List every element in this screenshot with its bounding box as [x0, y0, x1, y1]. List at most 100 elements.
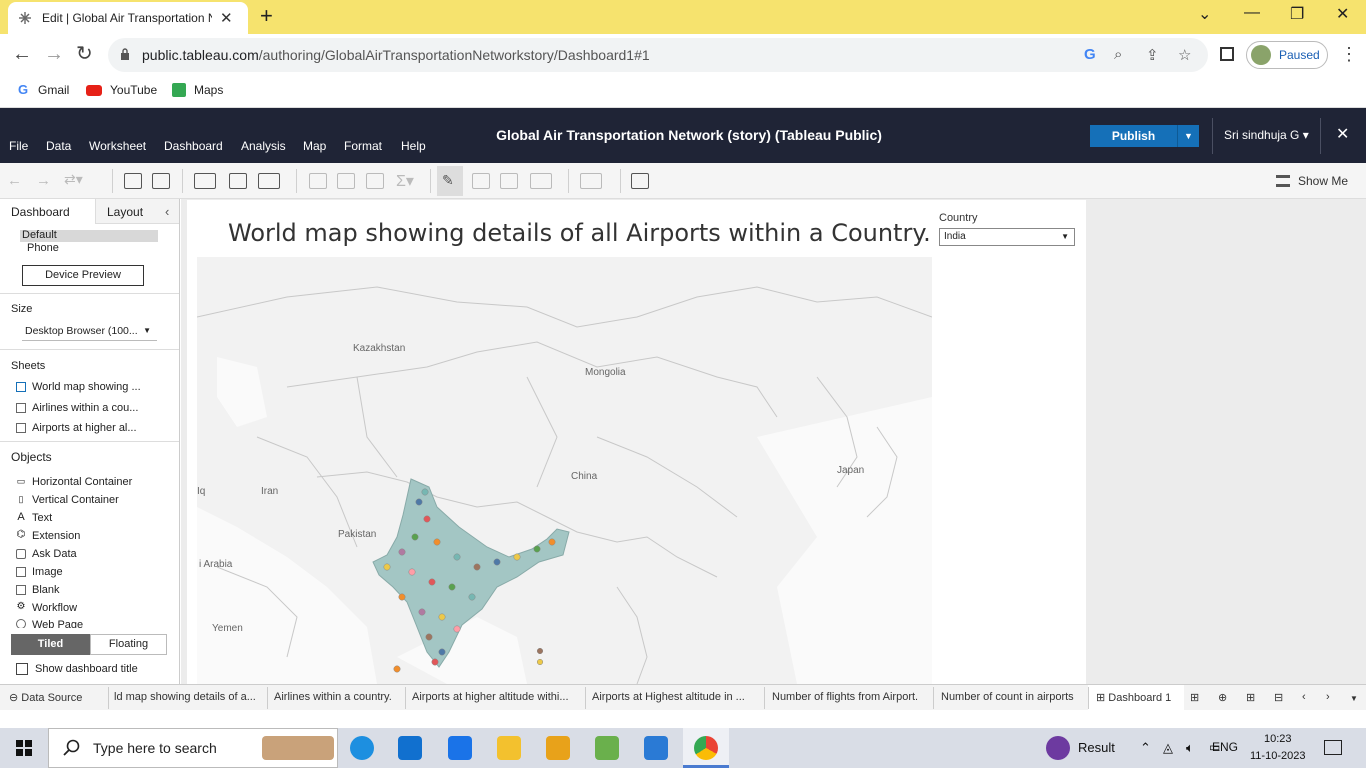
format-icon[interactable]	[500, 173, 518, 189]
back-button[interactable]: ←	[12, 44, 32, 64]
redo-icon[interactable]: →	[36, 172, 51, 189]
close-tab-icon[interactable]: ✕	[220, 9, 233, 27]
tray-chevron-icon[interactable]: ⌃	[1140, 740, 1151, 756]
new-worksheet-icon[interactable]	[194, 173, 216, 189]
object-ask-data[interactable]: Ask Data	[16, 548, 77, 560]
file-explorer-icon[interactable]	[497, 736, 521, 760]
sheet-tab[interactable]: Number of flights from Airport.	[772, 691, 918, 703]
restore-button[interactable]: ❐	[1290, 4, 1304, 24]
dashboard-tab-icon[interactable]: ⊞	[1190, 691, 1199, 704]
size-dropdown[interactable]: Desktop Browser (100... ▼	[22, 323, 157, 341]
sheet-tab[interactable]: Airports at Highest altitude in ...	[592, 691, 745, 703]
new-worksheet-icon[interactable]: ⊕	[1218, 691, 1227, 704]
new-dashboard-icon[interactable]: ⊞	[1246, 691, 1255, 704]
bookmark-maps[interactable]: Maps	[172, 83, 223, 97]
side-panel-icon[interactable]	[1220, 47, 1234, 61]
sheet-item[interactable]: Airports at higher al...	[16, 422, 137, 434]
scroll-right-icon[interactable]: ›	[1326, 691, 1330, 703]
dashboard-tab[interactable]: ⊞ Dashboard 1	[1096, 691, 1171, 704]
sheet-tab[interactable]: ld map showing details of a...	[114, 691, 256, 703]
show-dashboard-title-checkbox[interactable]: Show dashboard title	[16, 663, 138, 675]
device-preview-button[interactable]: Device Preview	[22, 265, 144, 286]
sheet-tab[interactable]: Airlines within a country.	[274, 691, 392, 703]
windows-start-icon[interactable]	[16, 740, 32, 756]
sort-ascending-icon[interactable]	[337, 173, 355, 189]
forward-button[interactable]: →	[44, 44, 64, 64]
bookmark-gmail[interactable]: G Gmail	[16, 83, 69, 98]
publish-dropdown-icon[interactable]: ▼	[1177, 125, 1199, 147]
device-phone[interactable]: Phone	[27, 242, 59, 254]
volume-icon[interactable]: 🔈︎	[1186, 740, 1194, 756]
close-window-button[interactable]: ✕	[1336, 4, 1349, 24]
language-indicator[interactable]: ENG	[1212, 740, 1238, 754]
object-workflow[interactable]: ⚙ Workflow	[16, 602, 78, 615]
sheet-item[interactable]: World map showing ...	[16, 381, 141, 393]
network-icon[interactable]: ◬	[1163, 740, 1173, 756]
tiled-button[interactable]: Tiled	[11, 634, 90, 655]
chrome-taskbar-item[interactable]	[683, 728, 729, 768]
object-extension[interactable]: ⌬ Extension	[16, 530, 81, 543]
publish-button[interactable]: Publish ▼	[1090, 125, 1199, 147]
sheet-item[interactable]: Airlines within a cou...	[16, 402, 138, 414]
tabs-menu-icon[interactable]: ▼	[1350, 694, 1358, 703]
sort-descending-icon[interactable]	[366, 173, 384, 189]
close-authoring-icon[interactable]: ✕	[1336, 124, 1349, 144]
app-icon[interactable]	[595, 736, 619, 760]
totals-icon[interactable]: Σ▾	[396, 171, 414, 191]
share-icon[interactable]: ⇪	[1146, 46, 1159, 64]
sheet-tab[interactable]: Airports at higher altitude withi...	[412, 691, 569, 703]
presentation-icon[interactable]	[580, 173, 602, 189]
world-map[interactable]: Kazakhstan Mongolia China Japan Iran Pak…	[197, 257, 932, 684]
notifications-icon[interactable]	[1324, 740, 1342, 755]
map-label-china: China	[571, 471, 598, 482]
object-horizontal-container[interactable]: ▭ Horizontal Container	[16, 476, 133, 488]
show-me-button[interactable]: Show Me	[1276, 174, 1348, 188]
address-bar[interactable]: public.tableau.com/authoring/GlobalAirTr…	[108, 38, 1208, 72]
google-lens-icon[interactable]: G	[1084, 46, 1096, 63]
scroll-left-icon[interactable]: ‹	[1302, 691, 1306, 703]
new-data-source-icon[interactable]	[124, 173, 142, 189]
clock[interactable]: 10:23 11-10-2023	[1250, 731, 1305, 765]
duplicate-icon[interactable]	[229, 173, 247, 189]
object-image[interactable]: Image	[16, 566, 63, 578]
labels-icon[interactable]	[472, 173, 490, 189]
object-vertical-container[interactable]: ▯ Vertical Container	[16, 494, 119, 506]
undo-icon[interactable]: ←	[7, 172, 22, 189]
browser-tab[interactable]: Edit | Global Air Transportation N ✕	[8, 2, 248, 34]
minimize-button[interactable]: —	[1244, 4, 1260, 22]
object-blank[interactable]: Blank	[16, 584, 60, 596]
new-story-icon[interactable]: ⊟	[1274, 691, 1283, 704]
highlight-button[interactable]: ✎	[437, 166, 463, 196]
reload-button[interactable]: ↻	[76, 44, 93, 64]
chrome-menu-icon[interactable]: ⋮	[1340, 44, 1358, 64]
vscode-icon[interactable]	[644, 736, 668, 760]
bookmark-star-icon[interactable]: ☆	[1178, 46, 1191, 64]
profile-button[interactable]: Paused	[1246, 41, 1328, 69]
zoom-icon[interactable]: ⌕	[1114, 46, 1122, 63]
data-source-tab[interactable]: ⊖ Data Source	[9, 691, 82, 704]
mail-icon[interactable]	[448, 736, 472, 760]
object-text[interactable]: A Text	[16, 512, 52, 525]
fit-icon[interactable]	[530, 173, 552, 189]
app-icon[interactable]	[546, 736, 570, 760]
download-icon[interactable]	[631, 173, 649, 189]
object-web-page[interactable]: Web Page	[16, 619, 83, 628]
result-icon[interactable]	[1046, 736, 1070, 760]
tab-search-chevron-icon[interactable]: ⌄	[1198, 4, 1211, 24]
floating-button[interactable]: Floating	[90, 634, 167, 655]
edge-icon[interactable]	[350, 736, 374, 760]
swap-icon[interactable]	[309, 173, 327, 189]
bookmark-youtube[interactable]: YouTube	[86, 83, 157, 97]
store-icon[interactable]	[398, 736, 422, 760]
search-highlight-image[interactable]	[262, 736, 334, 760]
new-tab-button[interactable]: +	[260, 5, 273, 27]
replay-icon[interactable]: ⇄▾	[64, 171, 83, 188]
sheet-tab[interactable]: Number of count in airports	[941, 691, 1074, 703]
collapse-pane-icon[interactable]: ‹	[165, 204, 169, 219]
tableau-toolbar: ← → ⇄▾ Σ▾ ✎ Show Me	[0, 163, 1366, 199]
clear-sheet-icon[interactable]	[258, 173, 280, 189]
result-label[interactable]: Result	[1078, 740, 1115, 755]
country-filter-dropdown[interactable]: India ▼	[939, 228, 1075, 246]
user-menu[interactable]: Sri sindhuja G ▾	[1224, 128, 1309, 142]
pause-updates-icon[interactable]	[152, 173, 170, 189]
